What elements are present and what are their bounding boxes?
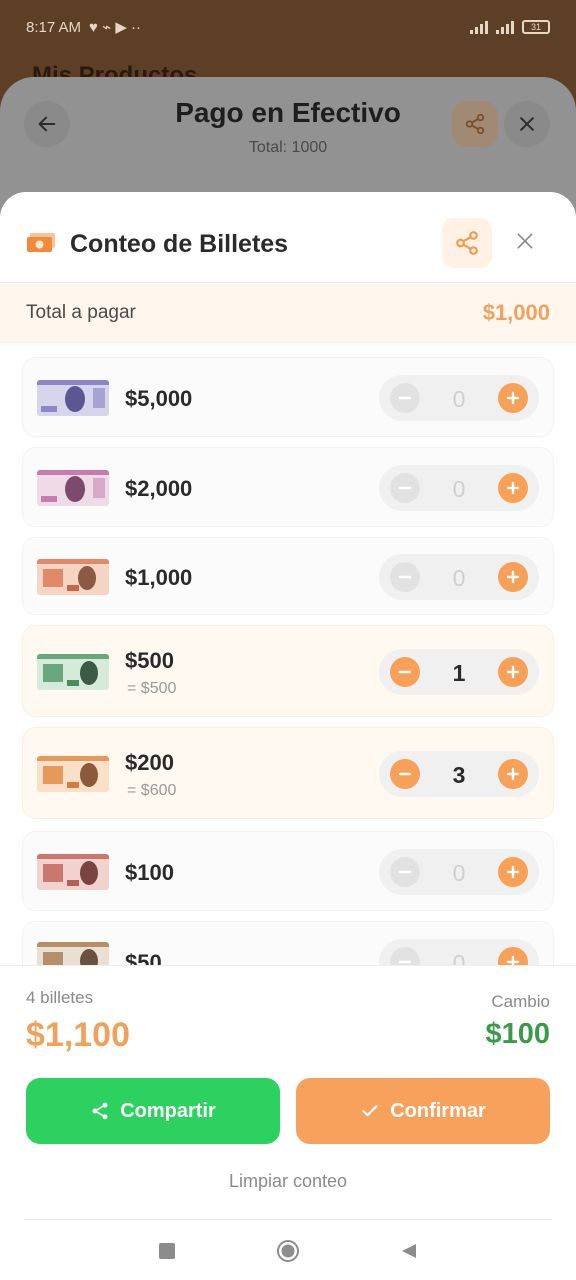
home-icon[interactable]	[276, 1239, 300, 1263]
counted-sum: $1,100	[26, 1016, 130, 1054]
banknote-2000-image	[37, 470, 109, 506]
quantity-stepper: 1	[379, 649, 539, 695]
bill-row: $50 0	[22, 921, 554, 965]
bill-count-sheet: Conteo de Billetes Total a pagar $1,000 …	[0, 192, 576, 1280]
status-time: 8:17 AM	[26, 18, 82, 36]
bill-count-close-button[interactable]	[510, 226, 540, 256]
increment-button[interactable]	[498, 857, 528, 887]
signal-icon	[470, 20, 488, 34]
change-value: $100	[485, 1018, 550, 1050]
banknote-1000-image	[37, 559, 109, 595]
increment-button[interactable]	[498, 562, 528, 592]
system-nav-bar	[0, 1220, 576, 1280]
bill-value: $50	[125, 950, 162, 965]
bill-subtotal: = $600	[127, 782, 177, 799]
bill-count-text: 4 billetes	[26, 988, 94, 1007]
signal-icon-2	[496, 20, 514, 34]
increment-button[interactable]	[498, 383, 528, 413]
close-icon	[517, 233, 533, 249]
share-icon	[465, 113, 485, 135]
summary-footer: 4 billetes $1,100 Cambio $100 Compartir …	[0, 965, 576, 1280]
bill-row: $5,000 0	[22, 357, 554, 437]
plus-icon	[506, 391, 520, 405]
plus-icon	[506, 481, 520, 495]
total-to-pay-row: Total a pagar $1,000	[0, 283, 576, 343]
money-icon	[27, 233, 55, 252]
confirm-button[interactable]: Confirmar	[296, 1078, 550, 1144]
back-nav-icon[interactable]	[400, 1242, 418, 1260]
increment-button[interactable]	[498, 759, 528, 789]
close-icon	[520, 117, 534, 131]
total-to-pay-label: Total a pagar	[26, 301, 136, 323]
banknote-200-image	[37, 756, 109, 792]
plus-icon	[506, 955, 520, 965]
bill-row: $100 0	[22, 831, 554, 911]
bill-value: $5,000	[125, 386, 193, 411]
notification-icons: ♥ ⌁ ▶ ··	[89, 19, 142, 36]
share-button[interactable]: Compartir	[26, 1078, 280, 1144]
share-icon	[92, 1102, 108, 1120]
quantity-stepper: 3	[379, 751, 539, 797]
recent-apps-icon[interactable]	[158, 1242, 176, 1260]
bill-count-title: Conteo de Billetes	[70, 230, 289, 258]
bill-count-share-button[interactable]	[442, 218, 492, 268]
quantity-stepper: 0	[379, 554, 539, 600]
bill-subtotal: = $500	[127, 680, 177, 697]
change-label: Cambio	[491, 992, 550, 1011]
plus-icon	[506, 865, 520, 879]
bill-row: $200 = $600 3	[22, 727, 554, 819]
status-bar: 8:17 AM ♥ ⌁ ▶ ·· 31	[0, 0, 576, 54]
cash-payment-share-button[interactable]	[452, 101, 498, 147]
increment-button[interactable]	[498, 473, 528, 503]
banknote-100-image	[37, 854, 109, 890]
bill-value: $200	[125, 750, 174, 775]
quantity-stepper: 0	[379, 849, 539, 895]
clear-count-link[interactable]: Limpiar conteo	[0, 1171, 576, 1192]
plus-icon	[506, 570, 520, 584]
total-to-pay-value: $1,000	[482, 299, 550, 325]
quantity-stepper: 0	[379, 939, 539, 965]
plus-icon	[506, 767, 520, 781]
confirm-button-label: Confirmar	[390, 1099, 486, 1122]
cash-payment-close-button[interactable]	[504, 101, 550, 147]
bill-value: $500	[125, 648, 174, 673]
bill-value: $1,000	[125, 565, 193, 590]
quantity-stepper: 0	[379, 465, 539, 511]
bill-list[interactable]: $5,000 0 $2,000 0 $1,000 0 $500 = $500 1…	[0, 343, 576, 965]
bill-row: $2,000 0	[22, 447, 554, 527]
battery-icon: 31	[522, 20, 550, 34]
check-icon	[362, 1104, 378, 1117]
share-icon	[456, 231, 478, 255]
banknote-5000-image	[37, 380, 109, 416]
increment-button[interactable]	[498, 657, 528, 687]
bill-value: $100	[125, 860, 174, 885]
bill-value: $2,000	[125, 476, 193, 501]
banknote-50-image	[37, 942, 109, 965]
bill-row: $1,000 0	[22, 537, 554, 615]
bill-count-header: Conteo de Billetes	[0, 192, 576, 283]
banknote-500-image	[37, 654, 109, 690]
share-button-label: Compartir	[120, 1099, 216, 1122]
bill-row: $500 = $500 1	[22, 625, 554, 717]
quantity-stepper: 0	[379, 375, 539, 421]
plus-icon	[506, 665, 520, 679]
